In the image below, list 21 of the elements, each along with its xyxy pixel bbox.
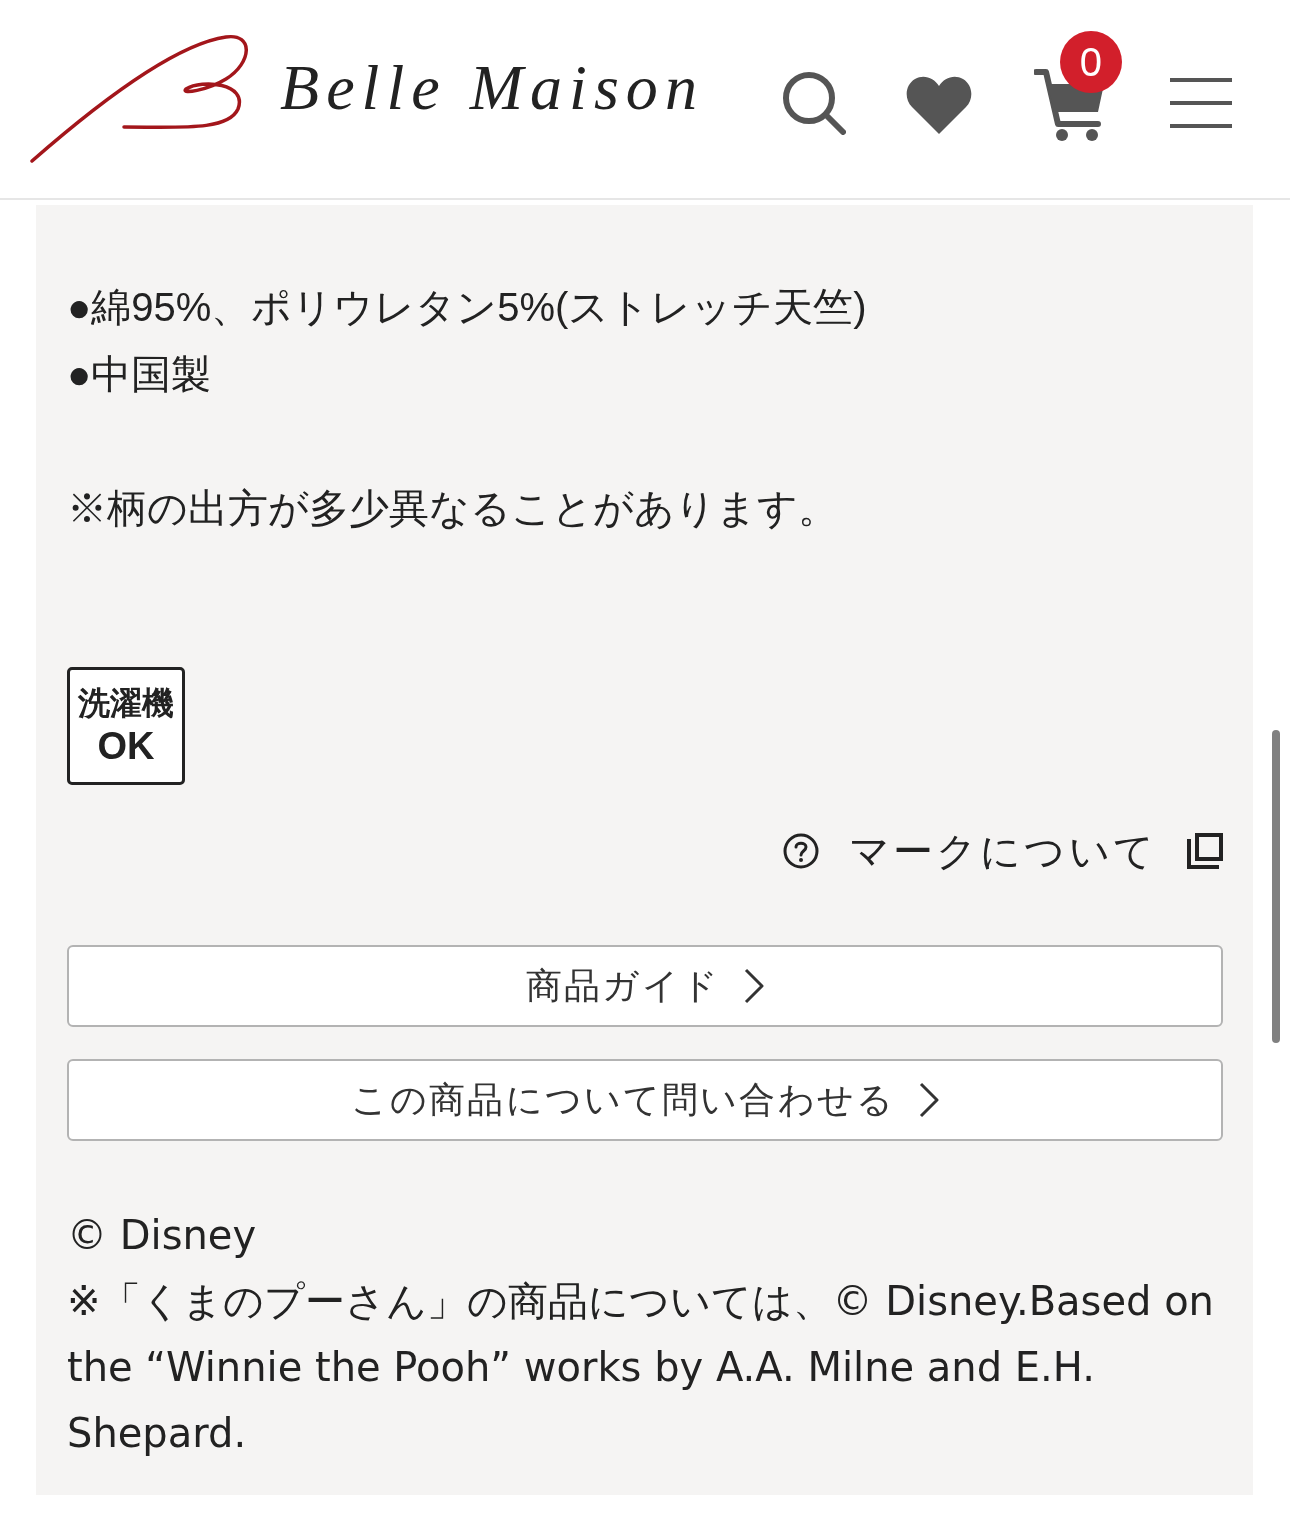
cart-count-badge: 0	[1059, 31, 1122, 93]
outlined-link-button[interactable]: この商品について問い合わせる	[67, 1059, 1223, 1141]
washing-machine-text: 洗濯機	[78, 684, 174, 723]
copyright-notice: ※「くまのプーさん」の商品については、© Disney.Based on the “Winnie the Pooh” works by A.A. Milne and E.H. Shepard.	[67, 1277, 1215, 1458]
pattern-note: ※柄の出方が多少異なることがあります。	[67, 485, 839, 532]
menu-icon[interactable]	[1169, 78, 1232, 128]
brand-name[interactable]: Belle Maison	[280, 56, 704, 120]
spec-line: ●中国製	[67, 351, 213, 398]
help-icon	[782, 833, 819, 869]
ok-text: OK	[97, 724, 155, 769]
overlapping-squares-icon	[1187, 833, 1223, 869]
chevron-right-icon	[919, 1082, 940, 1118]
mark-info-link[interactable]: マークについて	[782, 829, 1223, 873]
search-icon[interactable]	[781, 71, 846, 135]
outlined-link-button[interactable]: 商品ガイド	[67, 945, 1223, 1027]
copyright-line: © Disney	[67, 1211, 258, 1260]
chevron-right-icon	[743, 968, 764, 1004]
heart-icon[interactable]	[905, 76, 972, 134]
logo-swash-icon	[30, 33, 248, 165]
spec-line: ●綿95%、ポリウレタン5%(ストレッチ天竺)	[67, 284, 868, 331]
scrollbar-thumb[interactable]	[1272, 730, 1280, 1043]
